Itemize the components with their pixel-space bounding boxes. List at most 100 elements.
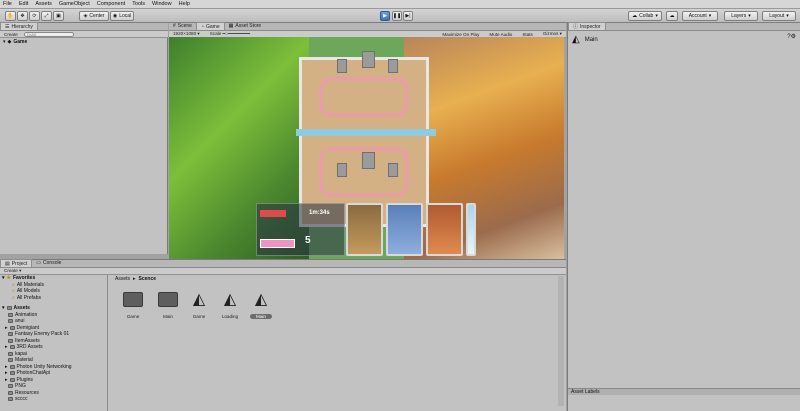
unity-scene-icon: ◭ bbox=[223, 291, 237, 308]
grid-icon: # bbox=[173, 23, 176, 29]
tab-inspector[interactable]: ⓘ Inspector bbox=[568, 22, 606, 30]
breadcrumb-assets[interactable]: Assets bbox=[115, 276, 130, 282]
mute-audio-toggle[interactable]: Mute Audio bbox=[487, 32, 514, 37]
card-knight[interactable] bbox=[346, 203, 383, 256]
expand-arrow-icon: ▾ bbox=[2, 275, 5, 282]
hierarchy-search-input[interactable]: Q•All bbox=[23, 31, 74, 37]
tab-console[interactable]: ▭ Console bbox=[32, 259, 65, 267]
step-button[interactable]: ▶| bbox=[403, 11, 413, 21]
tab-asset-store[interactable]: ▦ Asset Store bbox=[225, 22, 266, 30]
expand-arrow-icon: ▾ bbox=[2, 305, 5, 312]
unity-scene-icon: ◭ bbox=[192, 291, 206, 308]
menu-component[interactable]: Component bbox=[97, 1, 125, 7]
rotate-tool-icon[interactable]: ⟳ bbox=[29, 11, 40, 21]
hierarchy-tabstrip: ☰ Hierarchy bbox=[0, 22, 168, 31]
create-button[interactable]: Create bbox=[2, 32, 20, 37]
menu-gameobject[interactable]: GameObject bbox=[59, 1, 90, 7]
player-tower-left bbox=[337, 163, 347, 177]
store-icon: ▦ bbox=[228, 23, 234, 29]
hierarchy-root-row[interactable]: ▾ ◆ Game bbox=[3, 39, 27, 45]
breadcrumb: Assets ▸ Scence bbox=[115, 276, 156, 282]
create-button[interactable]: Create ▾ bbox=[2, 268, 23, 274]
account-dropdown[interactable]: Account ▾ bbox=[682, 11, 718, 21]
play-button[interactable]: ▶ bbox=[380, 11, 390, 21]
list-icon: ☰ bbox=[5, 23, 10, 30]
folder-icon bbox=[8, 312, 13, 317]
pivot-icon: ◈ bbox=[83, 13, 88, 19]
tab-hierarchy[interactable]: ☰ Hierarchy bbox=[0, 22, 38, 30]
cloud-icon: ☁ bbox=[669, 13, 675, 19]
layout-dropdown[interactable]: Layout ▾ bbox=[762, 11, 796, 21]
folder-icon bbox=[8, 390, 13, 395]
rect-tool-icon[interactable]: ▣ bbox=[53, 11, 64, 21]
folder-icon bbox=[9, 377, 15, 382]
battle-timer: 1m:34s bbox=[309, 210, 330, 216]
asset-folder-game[interactable]: Game bbox=[122, 289, 144, 319]
maximize-on-play-toggle[interactable]: Maximize On Play bbox=[440, 32, 481, 37]
folder-item[interactable]: scccc bbox=[0, 396, 107, 403]
expand-arrow-icon: ▸ bbox=[5, 370, 8, 377]
menu-help[interactable]: Help bbox=[179, 1, 190, 7]
tab-scene[interactable]: # Scene bbox=[169, 22, 196, 30]
folder-icon bbox=[158, 291, 178, 307]
menu-assets[interactable]: Assets bbox=[35, 1, 52, 7]
folder-icon bbox=[123, 291, 143, 307]
console-icon: ▭ bbox=[36, 260, 42, 266]
inspector-header: ◭ Main bbox=[572, 34, 598, 45]
card-valkyrie[interactable] bbox=[426, 203, 463, 256]
folder-icon bbox=[8, 351, 13, 356]
menu-file[interactable]: File bbox=[3, 1, 12, 7]
expand-arrow-icon: ▾ bbox=[3, 39, 6, 45]
unity-logo-icon: ◭ bbox=[572, 34, 580, 45]
folder-icon bbox=[9, 371, 15, 376]
help-icon[interactable]: ?⚙ bbox=[787, 33, 796, 40]
menu-tools[interactable]: Tools bbox=[132, 1, 145, 7]
pacman-icon: ◔ bbox=[200, 23, 204, 30]
chevron-down-icon: ▾ bbox=[748, 13, 751, 19]
info-icon: ⓘ bbox=[573, 24, 579, 30]
battle-hud: 1m:34s 5 bbox=[256, 203, 476, 258]
search-icon: ⌕ bbox=[12, 294, 15, 301]
card-ice-spell[interactable] bbox=[466, 203, 476, 256]
asset-labels-bar[interactable]: Asset Labels bbox=[568, 388, 800, 395]
space-toggle[interactable]: ◉ Local bbox=[110, 11, 134, 21]
chevron-down-icon: ▾ bbox=[708, 13, 712, 19]
inspector-panel: ⓘ Inspector ◭ Main ?⚙ Asset Labels bbox=[567, 22, 800, 411]
arena-river bbox=[296, 129, 436, 136]
menu-window[interactable]: Window bbox=[152, 1, 172, 7]
breadcrumb-separator-icon: ▸ bbox=[133, 276, 136, 282]
move-tool-icon[interactable]: ✥ bbox=[17, 11, 28, 21]
asset-scene-game[interactable]: ◭ Game bbox=[188, 289, 210, 319]
asset-folder-main[interactable]: Main bbox=[157, 289, 179, 319]
hand-tool-icon[interactable]: ✋ bbox=[5, 11, 16, 21]
project-scrollbar[interactable] bbox=[558, 276, 564, 406]
player-king-tower bbox=[362, 152, 375, 169]
breadcrumb-scence[interactable]: Scence bbox=[139, 276, 157, 282]
inspector-object-name: Main bbox=[584, 36, 598, 43]
collab-dropdown[interactable]: ☁ Collab ▾ bbox=[628, 11, 662, 21]
folder-icon bbox=[8, 338, 13, 343]
pivot-toggle[interactable]: ◈ Center bbox=[79, 11, 109, 21]
player-tower-right bbox=[388, 163, 398, 177]
enemy-king-tower bbox=[362, 51, 375, 68]
stats-toggle[interactable]: Stats bbox=[520, 32, 534, 37]
cloud-services-button[interactable]: ☁ bbox=[666, 11, 678, 21]
star-icon: ★ bbox=[6, 275, 11, 282]
layers-dropdown[interactable]: Layers ▾ bbox=[724, 11, 758, 21]
menu-edit[interactable]: Edit bbox=[19, 1, 28, 7]
asset-scene-loading[interactable]: ◭ Loading bbox=[219, 289, 241, 319]
tab-project[interactable]: ▤ Project bbox=[0, 259, 33, 267]
expand-arrow-icon: ▸ bbox=[5, 324, 8, 331]
enemy-name-badge bbox=[260, 210, 286, 217]
tab-game[interactable]: ◔ Game bbox=[195, 22, 225, 30]
scale-tool-icon[interactable]: ⤢ bbox=[41, 11, 52, 21]
unity-scene-icon: ◭ bbox=[254, 291, 268, 308]
project-tabstrip: ▤ Project ▭ Console bbox=[0, 259, 566, 268]
enemy-tower-left bbox=[337, 59, 347, 73]
card-archer[interactable] bbox=[386, 203, 423, 256]
hud-status-panel: 1m:34s 5 bbox=[256, 203, 345, 256]
inspector-tabstrip: ⓘ Inspector bbox=[568, 22, 800, 31]
asset-scene-main[interactable]: ◭ Main bbox=[250, 289, 272, 319]
expand-arrow-icon: ▸ bbox=[5, 344, 8, 351]
pause-button[interactable]: ❚❚ bbox=[392, 11, 402, 21]
